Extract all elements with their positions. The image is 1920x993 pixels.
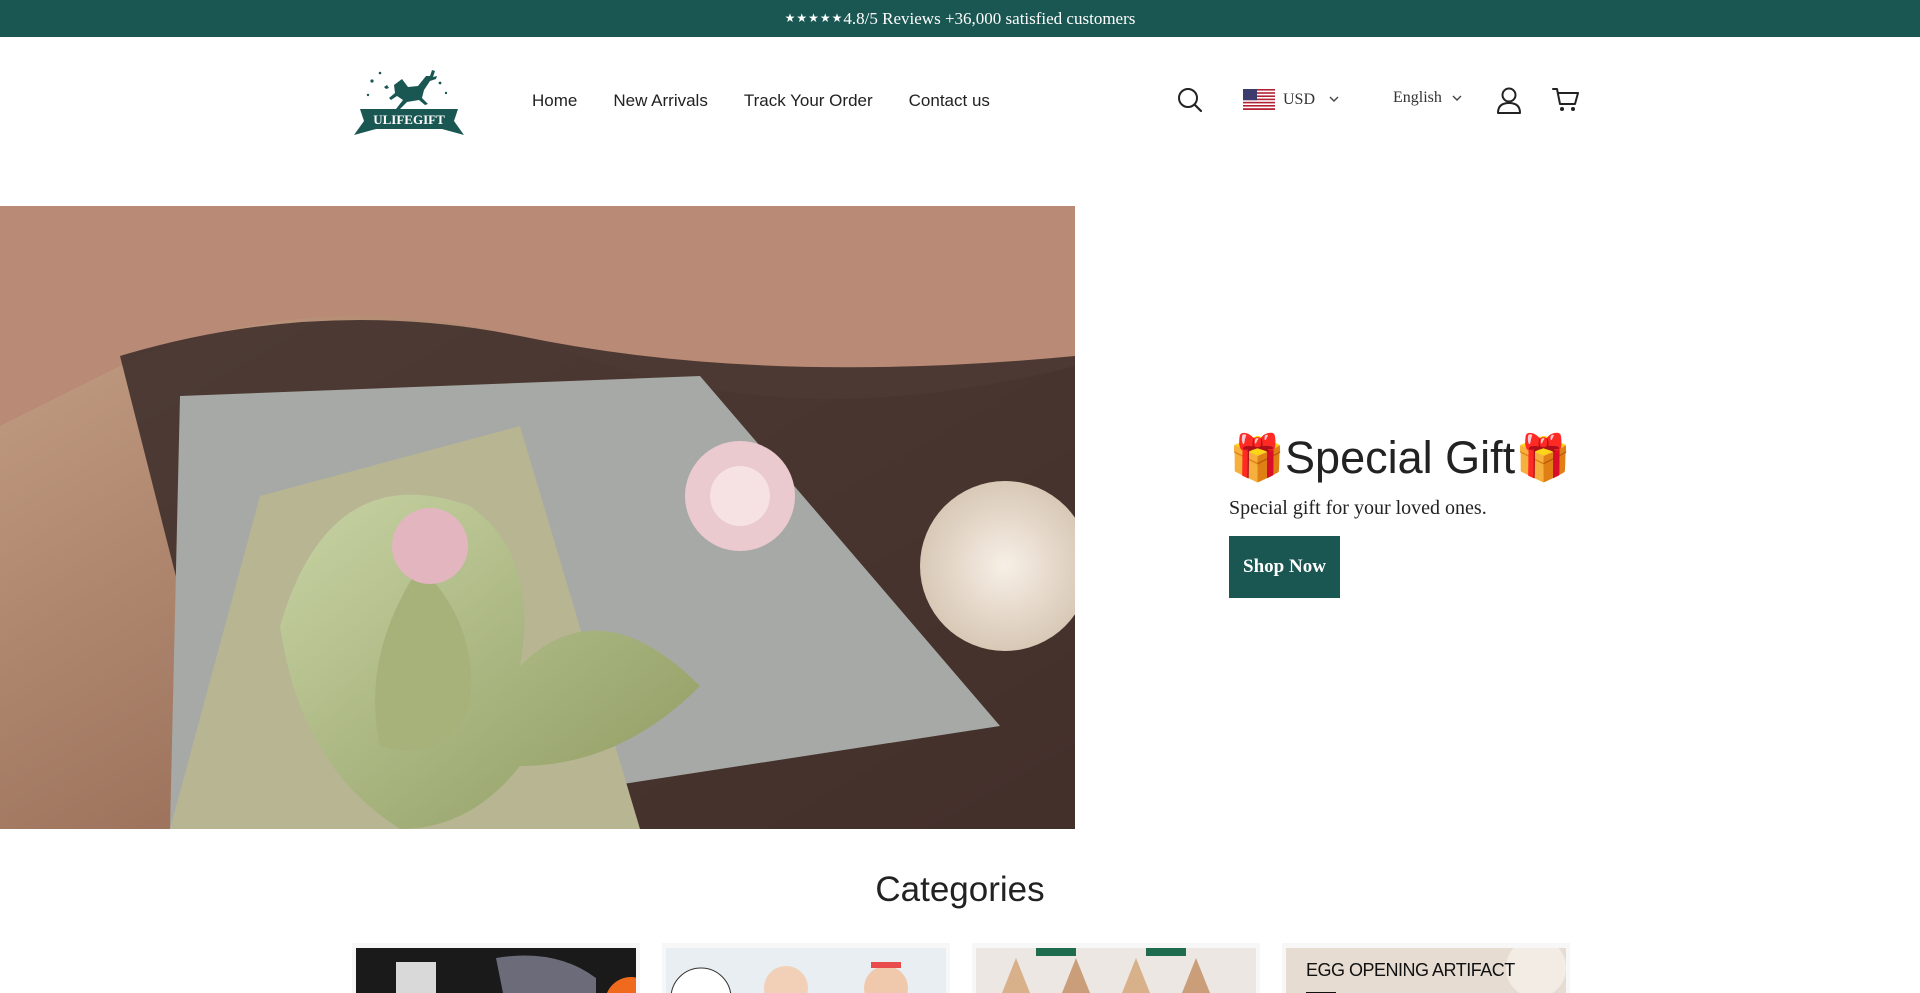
nav-new-arrivals[interactable]: New Arrivals [613,91,707,111]
currency-selector[interactable]: USD [1243,89,1339,110]
main-nav: Home New Arrivals Track Your Order Conta… [532,91,990,111]
nav-contact[interactable]: Contact us [909,91,990,111]
us-flag-icon [1243,89,1275,110]
category-image [976,948,1256,993]
announcement-bar: ★★★★★ 4.8/5 Reviews +36,000 satisfied cus… [0,0,1920,37]
user-icon [1497,87,1521,114]
category-card[interactable]: EGG OPENING ARTIFACT [1282,943,1570,993]
language-selector[interactable]: English [1393,89,1462,107]
shop-now-button[interactable]: Shop Now [1229,536,1340,598]
account-button[interactable] [1496,87,1522,114]
hero-image [0,206,1075,829]
cart-icon [1552,88,1579,111]
rating-stars: ★★★★★ [784,11,844,25]
search-icon [1178,88,1203,113]
language-label: English [1393,89,1442,106]
category-card[interactable] [972,943,1260,993]
categories-heading: Categories [875,870,1045,909]
nav-track-order[interactable]: Track Your Order [744,91,873,111]
category-image [356,948,636,993]
chevron-down-icon [1452,95,1462,101]
category-card[interactable] [662,943,950,993]
cart-button[interactable] [1552,87,1579,113]
site-header: ULIFEGIFT Home New Arrivals Track Your O… [0,37,1920,167]
category-label: EGG OPENING ARTIFACT [1306,960,1515,980]
brand-logo[interactable]: ULIFEGIFT [354,63,464,139]
nav-home[interactable]: Home [532,91,577,111]
search-button[interactable] [1177,87,1203,113]
logo-text: ULIFEGIFT [373,112,445,127]
announcement-text: 4.8/5 Reviews +36,000 satisfied customer… [843,8,1136,28]
chevron-down-icon [1329,96,1339,102]
hero-subtitle: Special gift for your loved ones. [1229,497,1487,519]
hero-content: 🎁Special Gift🎁 Special gift for your lov… [1229,430,1729,598]
category-card[interactable] [352,943,640,993]
currency-label: USD [1283,90,1316,108]
category-image [666,948,946,993]
hero-title: 🎁Special Gift🎁 [1229,432,1572,483]
